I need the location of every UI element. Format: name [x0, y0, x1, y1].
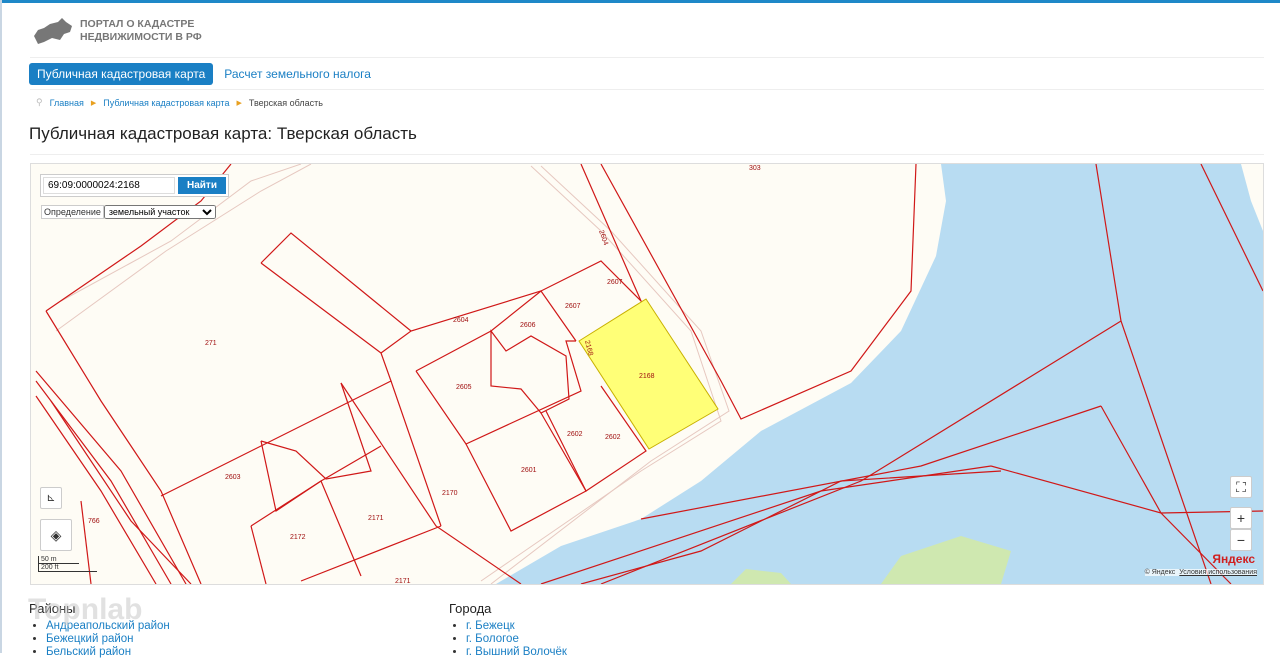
cadastral-map[interactable]: 303 2604 2607 271 2604 2606 2607 2168 21…: [30, 163, 1264, 585]
find-button[interactable]: Найти: [178, 177, 226, 194]
scale-meters: 50 m: [38, 556, 79, 564]
zoom-out-button[interactable]: −: [1230, 529, 1252, 551]
breadcrumb-home[interactable]: Главная: [50, 98, 84, 108]
parcel-label: 2605: [456, 384, 472, 391]
nav-land-tax[interactable]: Расчет земельного налога: [224, 67, 371, 81]
parcel-label: 2607: [607, 279, 623, 286]
parcel-label: 303: [749, 165, 761, 172]
chevron-right-icon: ▶: [236, 99, 242, 107]
map-canvas[interactable]: 303 2604 2607 271 2604 2606 2607 2168 21…: [31, 164, 1263, 584]
fullscreen-icon[interactable]: ⛶: [1230, 476, 1252, 498]
breadcrumb: ⚲ Главная ▶ Публичная кадастровая карта ▶ …: [36, 97, 323, 108]
parcel-label: 2168: [639, 373, 655, 380]
search-box: Найти: [40, 174, 229, 197]
layers-icon[interactable]: ◈: [40, 519, 72, 551]
russia-map-icon: [34, 18, 72, 44]
main-nav: Публичная кадастровая карта Расчет земел…: [29, 63, 371, 85]
logo-line1: ПОРТАЛ О КАДАСТРЕ: [80, 18, 195, 30]
district-link[interactable]: Бежецкий район: [46, 633, 170, 646]
watermark: Topnlab: [28, 593, 143, 626]
parcel-label: 271: [205, 340, 217, 347]
divider: [30, 57, 1264, 58]
zoom-in-button[interactable]: +: [1230, 507, 1252, 529]
city-link[interactable]: г. Бологое: [466, 633, 567, 646]
nav-public-map[interactable]: Публичная кадастровая карта: [29, 63, 214, 85]
parcel-label: 2602: [567, 431, 583, 438]
parcel-label: 2603: [225, 474, 241, 481]
chevron-right-icon: ▶: [90, 99, 97, 107]
parcel-label: 2170: [442, 490, 458, 497]
scale-bar: 50 m 200 ft: [38, 556, 97, 572]
left-border: [0, 0, 2, 653]
logo[interactable]: ПОРТАЛ О КАДАСТРЕ НЕДВИЖИМОСТИ В РФ: [32, 16, 202, 46]
scale-feet: 200 ft: [38, 564, 97, 572]
cities-section: Города г. Бежецкг. Бологоег. Вышний Воло…: [449, 601, 567, 659]
terms-link[interactable]: Условия использования: [1179, 569, 1257, 576]
map-copyright: © Яндекс Условия использования: [1144, 569, 1257, 576]
city-link[interactable]: г. Бежецк: [466, 620, 567, 633]
logo-line2: НЕДВИЖИМОСТИ В РФ: [80, 31, 202, 43]
divider: [30, 154, 1264, 155]
parcel-label: 766: [88, 518, 100, 525]
page-title: Публичная кадастровая карта: Тверская об…: [29, 124, 417, 143]
copyright-text: © Яндекс: [1144, 569, 1176, 576]
yandex-logo: Яндекс: [1212, 552, 1255, 566]
parcel-label: 2602: [605, 434, 621, 441]
location-pin-icon: ⚲: [36, 97, 43, 107]
breadcrumb-public-map[interactable]: Публичная кадастровая карта: [103, 98, 229, 108]
parcel-label: 2607: [565, 303, 581, 310]
breadcrumb-current: Тверская область: [248, 97, 323, 108]
cadastral-number-input[interactable]: [43, 177, 175, 194]
parcel-label: 2604: [453, 317, 469, 324]
parcel-label: 2601: [521, 467, 537, 474]
top-bar: [0, 0, 1280, 3]
parcel-label: 2604: [597, 229, 609, 246]
cities-title: Города: [449, 601, 492, 616]
ruler-icon[interactable]: ⊾: [40, 487, 62, 509]
parcel-label: 2172: [290, 534, 306, 541]
parcel-label: 2171: [368, 515, 384, 522]
parcel-label: 2171: [395, 578, 411, 584]
parcel-label: 2606: [520, 322, 536, 329]
divider: [30, 89, 1264, 90]
definition-label: Определение: [41, 205, 104, 219]
definition-select[interactable]: земельный участок: [103, 205, 216, 219]
definition-filter: Определение земельный участок: [41, 205, 216, 219]
